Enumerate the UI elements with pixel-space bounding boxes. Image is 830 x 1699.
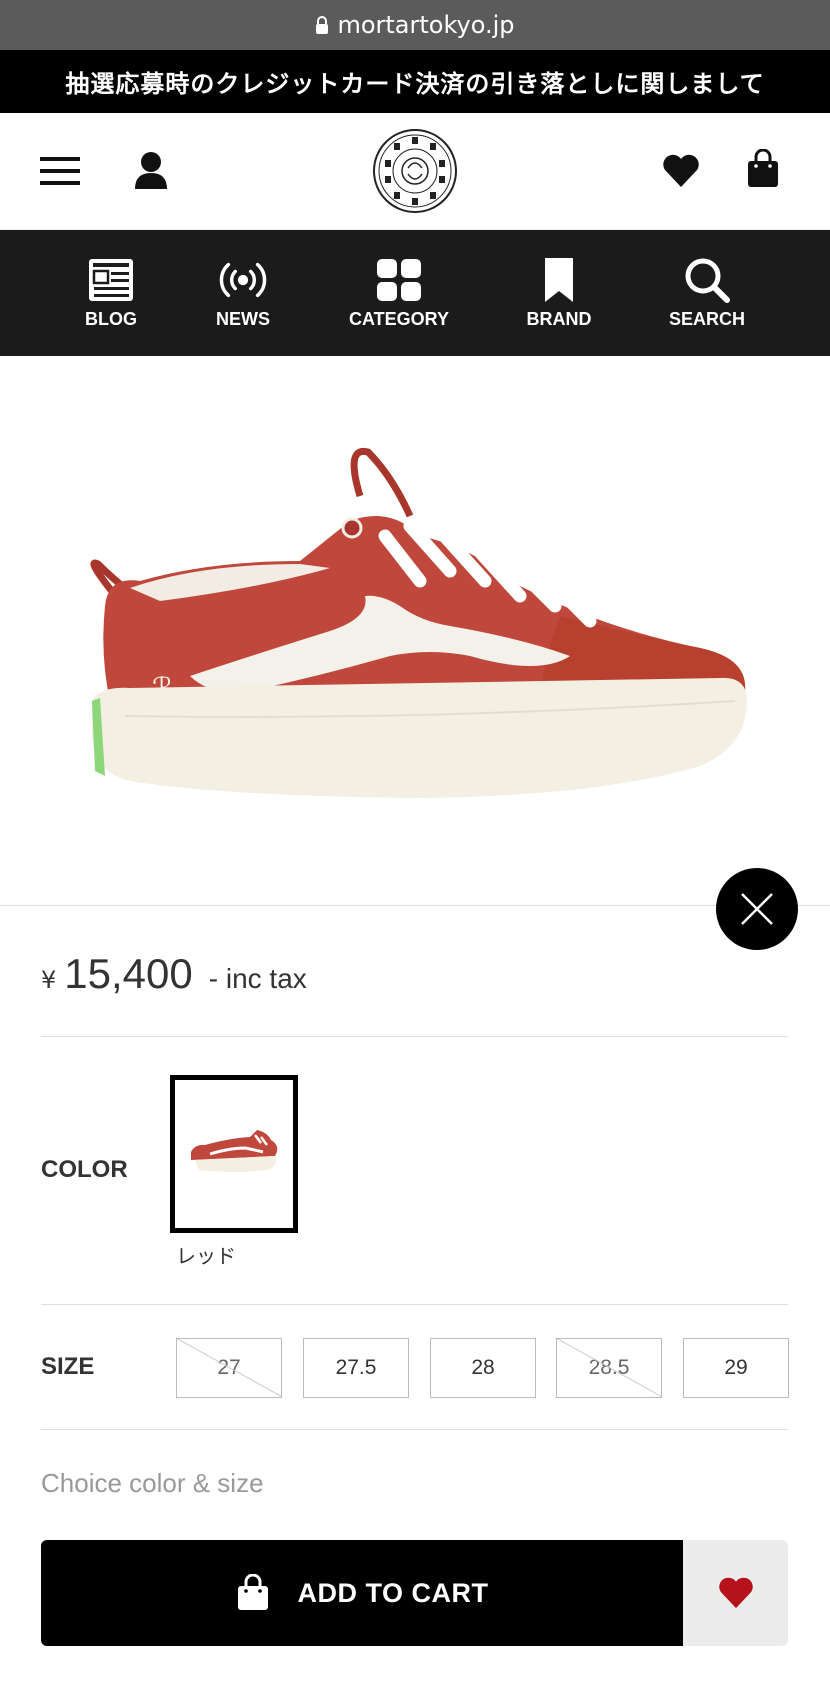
size-label: SIZE	[41, 1353, 95, 1380]
nav-category-label: CATEGORY	[348, 308, 449, 329]
category-icon	[377, 258, 421, 301]
size-option-29[interactable]: 29	[683, 1338, 789, 1398]
hamburger-icon[interactable]	[40, 153, 82, 189]
bag-icon[interactable]	[746, 149, 780, 189]
add-to-cart-button[interactable]: ADD TO CART	[41, 1540, 683, 1646]
size-value: 27	[217, 1356, 241, 1379]
tax-label: - inc tax	[208, 963, 307, 994]
divider	[41, 1429, 788, 1430]
currency-symbol: ¥	[41, 966, 57, 994]
nav-blog[interactable]: BLOG	[71, 230, 151, 356]
sneaker-illustration: ℛ	[90, 447, 747, 798]
close-button[interactable]	[716, 868, 798, 950]
url-text: mortartokyo.jp	[337, 11, 515, 39]
size-option-28[interactable]: 28	[430, 1338, 536, 1398]
nav-brand[interactable]: BRAND	[519, 230, 599, 356]
notice-text: 抽選応募時のクレジットカード決済の引き落としに関しまして	[65, 70, 765, 98]
size-value: 29	[724, 1356, 748, 1379]
nav-category[interactable]: CATEGORY	[344, 230, 454, 356]
size-option-27-5[interactable]: 27.5	[303, 1338, 409, 1398]
swatch-thumbnail	[191, 1130, 278, 1172]
add-to-cart-label: ADD TO CART	[297, 1577, 489, 1608]
logo[interactable]	[372, 128, 458, 214]
brand-icon	[545, 257, 573, 302]
divider	[41, 1304, 788, 1305]
product-image[interactable]: ℛ	[0, 356, 830, 906]
notice-banner[interactable]: 抽選応募時のクレジットカード決済の引き落としに関しまして	[0, 50, 830, 113]
price-amount: 15,400	[64, 950, 193, 997]
nav-search-label: SEARCH	[668, 308, 745, 329]
nav-brand-label: BRAND	[526, 308, 592, 329]
size-option-27[interactable]: 27	[176, 1338, 282, 1398]
product-price: ¥ 15,400 - inc tax	[41, 950, 307, 1010]
browser-url-bar[interactable]: mortartokyo.jp	[0, 0, 830, 50]
nav-news[interactable]: NEWS	[203, 230, 283, 356]
divider	[41, 1036, 788, 1037]
bag-icon	[237, 1574, 268, 1610]
add-to-wishlist-button[interactable]	[683, 1540, 788, 1646]
size-value: 27.5	[335, 1356, 377, 1379]
nav-search[interactable]: SEARCH	[665, 230, 749, 356]
choice-hint: Choice color & size	[41, 1468, 264, 1498]
color-swatch-red[interactable]	[170, 1075, 298, 1233]
close-icon	[741, 893, 773, 925]
blog-icon	[89, 258, 133, 301]
category-nav: BLOG NEWS CATEGORY BRAND SEARCH	[0, 230, 830, 356]
nav-blog-label: BLOG	[85, 308, 137, 329]
lock-icon	[316, 16, 329, 34]
search-icon	[685, 258, 730, 303]
heart-icon	[718, 1577, 753, 1609]
heart-icon[interactable]	[662, 153, 700, 189]
size-value: 28	[471, 1356, 495, 1379]
news-icon	[219, 262, 267, 297]
size-option-28-5[interactable]: 28.5	[556, 1338, 662, 1398]
color-option-name: レッド	[176, 1244, 236, 1268]
account-icon[interactable]	[134, 151, 168, 191]
nav-news-label: NEWS	[216, 308, 270, 329]
site-header	[0, 113, 830, 230]
color-label: COLOR	[41, 1156, 128, 1183]
size-value: 28.5	[588, 1356, 630, 1379]
